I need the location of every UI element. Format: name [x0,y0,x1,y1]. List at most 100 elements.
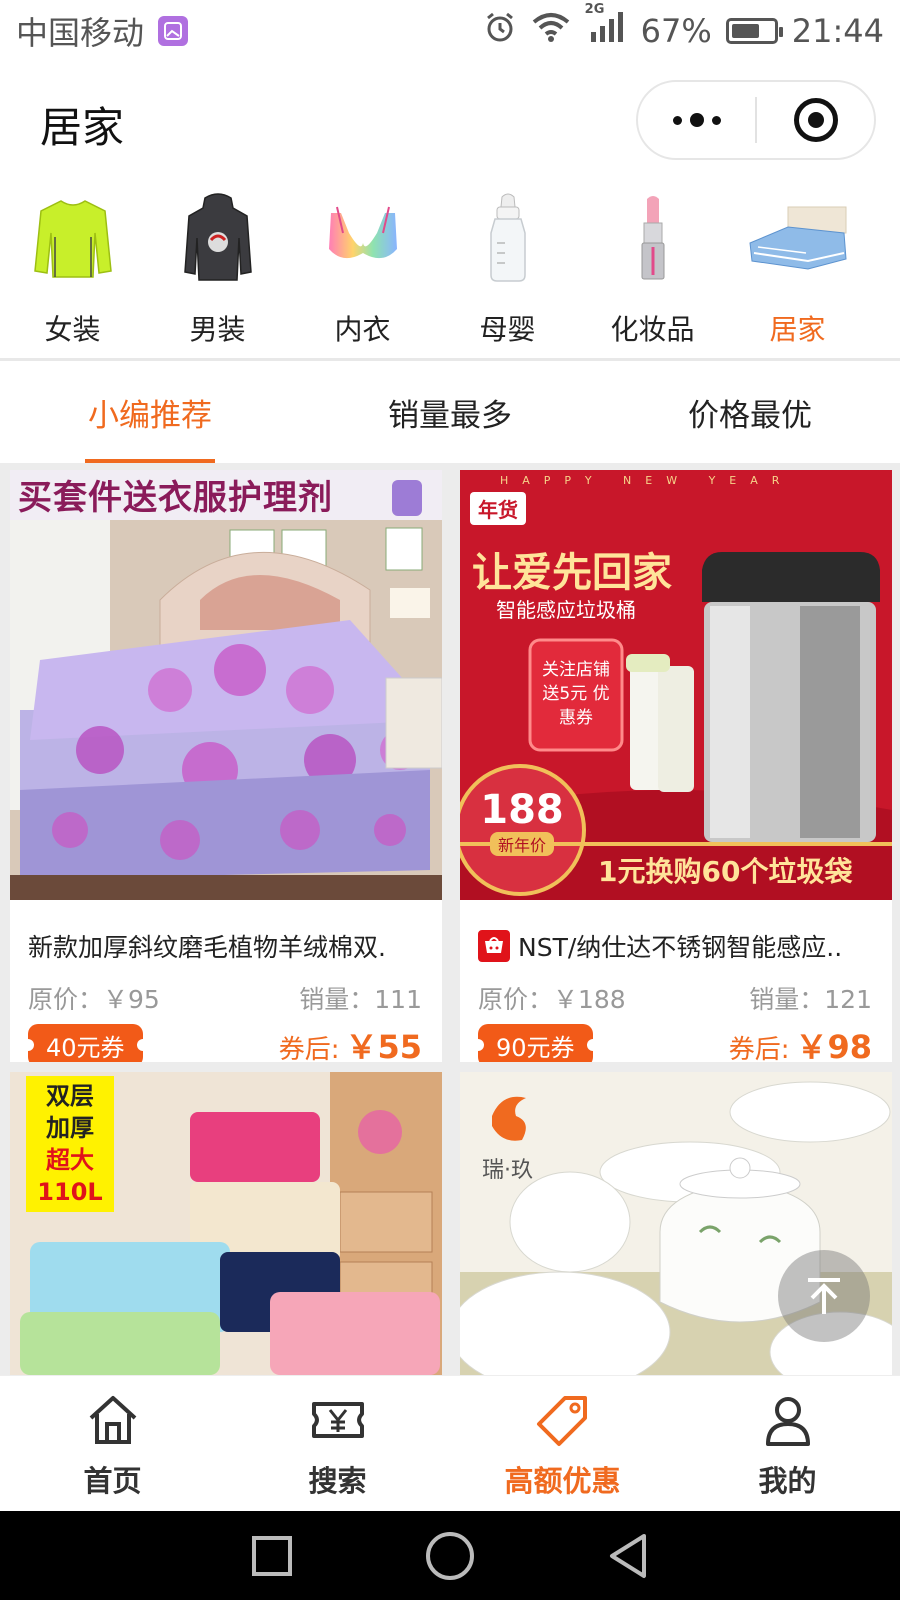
tab-home[interactable]: 首页 [0,1376,225,1511]
alarm-icon [483,10,517,52]
category-label: 男装 [189,313,246,346]
tab-label: 首页 [83,1464,142,1498]
category-item-women[interactable]: 女装 [0,180,145,360]
after-coupon-price: 券后: ￥55 [279,1022,422,1062]
tab-label: 搜索 [308,1464,367,1498]
after-coupon-label: 券后: [728,1035,790,1062]
status-right: 2G 67% 21:44 [483,2,884,52]
tab-mine[interactable]: 我的 [675,1376,900,1511]
after-coupon-value: ￥98 [795,1028,872,1062]
product-image[interactable]: 买套件送衣服护理剂 [10,470,442,900]
after-coupon-value: ￥55 [345,1028,422,1062]
tab-search[interactable]: 搜索 [225,1376,450,1511]
category-item-underwear[interactable]: 内衣 [290,180,435,360]
back-triangle-icon[interactable] [606,1532,650,1580]
coupon-badge[interactable]: 90元券 [472,1023,599,1062]
product-card[interactable]: 买套件送衣服护理剂 新款加厚斜纹磨毛植物羊绒棉双. 原价：￥95 销量：111 … [10,470,442,1062]
capacity-badge: 双层 加厚 超大 110L [26,1076,114,1212]
category-label: 化妆品 [610,313,695,346]
image-price: 188 [480,787,564,833]
gallery-notification-icon [158,16,189,46]
image-banner-text: 买套件送衣服护理剂 [18,478,333,518]
arrow-up-icon [808,1278,840,1314]
category-item-men[interactable]: 男装 [145,180,290,360]
tab-label: 高额优惠 [504,1464,621,1498]
badge-line: 双层 [46,1082,94,1110]
image-promo-text: 1元换购60个垃圾袋 [598,855,853,888]
tab-best-price[interactable]: 价格最优 [600,361,900,463]
after-coupon-label: 券后: [278,1035,340,1062]
price-sales-row: 原价：￥95 销量：111 [28,980,422,1016]
recent-apps-icon[interactable] [250,1534,294,1578]
coupon-badge[interactable]: 40元券 [22,1023,149,1062]
product-image[interactable]: HAPPY NEW YEAR 年货 让爱先回家 智能感应垃圾桶 关注店铺 送5元… [460,470,892,900]
target-icon [793,98,838,142]
after-coupon-price: 券后: ￥98 [729,1022,872,1062]
page-title: 居家 [40,103,125,152]
sales-count: 销量：111 [299,985,422,1014]
signal-icon: 2G [585,2,627,52]
tab-label: 我的 [758,1464,817,1498]
carrier-name: 中国移动 [16,14,145,52]
category-item-home[interactable]: 居家 [725,180,870,360]
wifi-icon [531,11,571,51]
battery-percent: 67% [640,12,712,50]
lipstick-icon [603,188,703,288]
badge-line: 超大 [46,1146,94,1174]
home-icon [89,1396,136,1444]
sales-count: 销量：121 [749,985,872,1014]
network-type: 2G [584,2,605,17]
more-dots-icon [672,113,721,127]
tab-high-discount[interactable]: 高额优惠 [450,1376,675,1511]
hoodie-icon [168,188,268,288]
badge-line: 加厚 [46,1114,94,1142]
brand-name: 瑞·玖 [482,1158,533,1183]
system-navigation-bar [0,1511,900,1600]
category-item-baby[interactable]: 母婴 [435,180,580,360]
tab-best-selling[interactable]: 销量最多 [300,361,600,463]
home-circle-icon[interactable] [424,1530,476,1582]
close-mini-program-button[interactable] [757,82,874,158]
product-card[interactable]: 双层 加厚 超大 110L [10,1072,442,1375]
bottom-tab-bar: 首页 搜索 高额优惠 我的 [0,1375,900,1511]
tmall-shop-icon [478,930,510,962]
nian-huo-tag: 年货 [470,492,526,525]
price-tag-icon [536,1396,587,1446]
battery-icon [725,18,783,44]
coupon-row: 40元券 券后: ￥55 [22,1022,422,1062]
sweater-icon [23,188,123,288]
category-label: 内衣 [334,313,391,346]
image-subheadline: 智能感应垃圾桶 [496,598,636,622]
product-image[interactable]: 双层 加厚 超大 110L [10,1072,442,1375]
product-title: NST/纳仕达不锈钢智能感应.. [478,928,882,964]
bedding-icon [748,188,848,288]
mini-program-capsule [636,80,876,160]
original-price: 原价：￥95 [28,985,160,1014]
bra-icon [313,188,413,288]
category-item-cosmetics[interactable]: 化妆品 [580,180,725,360]
image-headline: 让爱先回家 [472,549,672,596]
clock: 21:44 [791,12,884,50]
happy-new-year-text: HAPPY NEW YEAR [500,474,794,487]
product-card[interactable]: HAPPY NEW YEAR 年货 让爱先回家 智能感应垃圾桶 关注店铺 送5元… [460,470,892,1062]
price-sales-row: 原价：￥188 销量：121 [478,980,872,1016]
image-price-tag: 新年价 [489,832,554,856]
more-button[interactable] [638,82,755,158]
status-bar: 中国移动 2G 67% 21:44 [0,0,900,62]
back-to-top-button[interactable] [778,1250,870,1342]
battery-fill [731,24,759,38]
tab-editor-picks[interactable]: 小编推荐 [0,361,300,463]
user-icon [765,1397,810,1446]
category-label: 居家 [769,313,826,346]
sort-tabs: 小编推荐 销量最多 价格最优 [0,361,900,463]
product-title-text: NST/纳仕达不锈钢智能感应.. [518,933,843,962]
original-price: 原价：￥188 [478,985,626,1014]
category-label: 母婴 [479,313,536,346]
coupon-row: 90元券 券后: ￥98 [472,1022,872,1062]
category-label: 女装 [44,313,101,346]
carrier-group: 中国移动 [16,8,189,54]
product-title: 新款加厚斜纹磨毛植物羊绒棉双. [28,928,432,964]
shop-coupon-text: 关注店铺 送5元 优惠券 [542,660,610,728]
baby-bottle-icon [458,188,558,288]
product-title-text: 新款加厚斜纹磨毛植物羊绒棉双. [28,933,386,962]
